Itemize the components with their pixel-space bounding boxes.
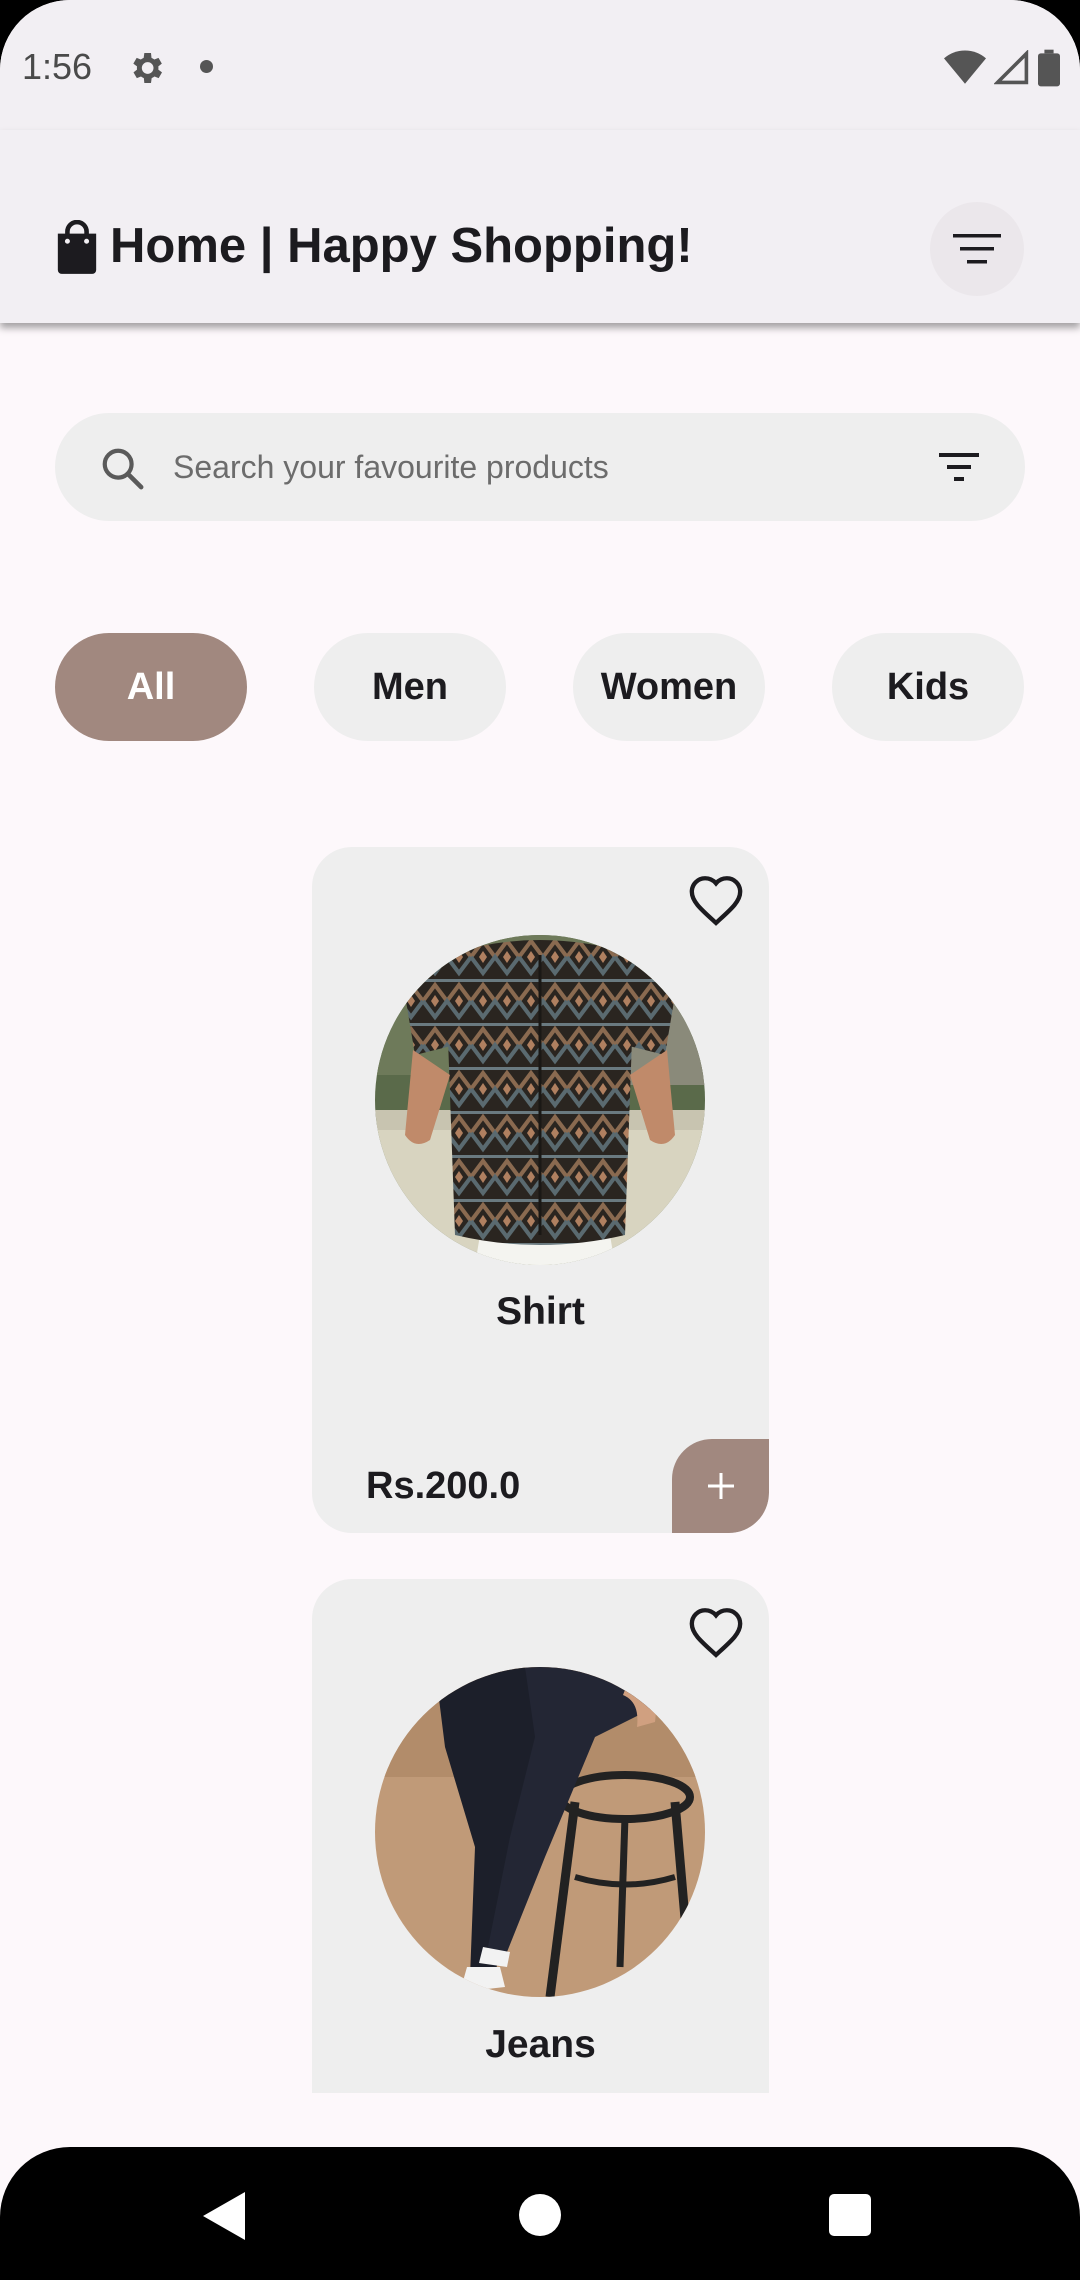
filter-icon[interactable] [939,449,979,485]
wifi-icon [944,50,986,84]
product-price: Rs.200.0 [366,1465,521,1507]
status-time: 1:56 [22,46,93,87]
search-icon [102,448,144,490]
product-card-jeans[interactable]: Jeans [312,1579,769,2093]
shopping-bag-icon [57,220,97,274]
app-bar: Home | Happy Shopping! [0,130,1080,323]
home-icon[interactable] [519,2194,561,2236]
product-card-shirt[interactable]: Shirt Rs.200.0 [312,847,769,1533]
battery-icon [1038,49,1060,87]
add-to-cart-button[interactable] [672,1439,769,1533]
signal-icon [994,50,1029,85]
product-name: Shirt [496,1290,585,1333]
search-bar[interactable]: Search your favourite products [55,413,1025,521]
back-icon[interactable] [203,2192,245,2240]
category-chip-women[interactable]: Women [573,633,765,741]
status-bar: 1:56 [0,0,1080,130]
category-chip-all[interactable]: All [55,633,247,741]
search-input[interactable]: Search your favourite products [173,449,609,486]
category-chip-kids[interactable]: Kids [832,633,1024,741]
notification-dot-icon [200,60,213,73]
menu-button[interactable] [930,202,1024,296]
heart-outline-icon[interactable] [687,1605,745,1659]
menu-lines-icon [953,234,1001,264]
product-name: Jeans [485,2023,596,2066]
page-title: Home | Happy Shopping! [110,219,693,273]
product-image-shirt [375,935,705,1265]
product-image-jeans [375,1667,705,1997]
plus-icon [707,1473,734,1499]
status-icons [944,48,1060,88]
system-nav-bar [0,2147,1080,2280]
heart-outline-icon[interactable] [687,873,745,927]
gear-icon [133,53,162,83]
app-screen: 1:56 Home | Happy Shopping! Search your … [0,0,1080,2280]
recents-icon[interactable] [829,2194,871,2236]
category-chip-men[interactable]: Men [314,633,506,741]
